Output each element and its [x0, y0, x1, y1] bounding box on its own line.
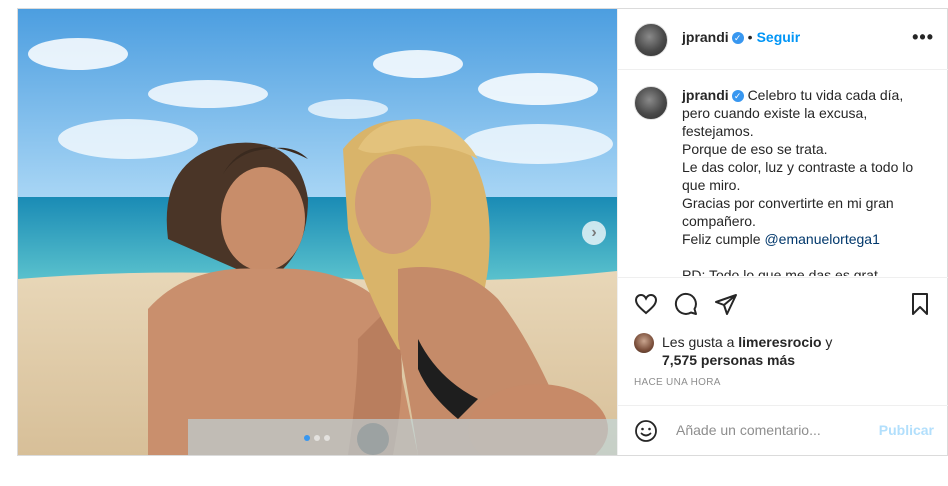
comment-icon[interactable] — [674, 292, 698, 316]
header-user-row: jprandi ✓ • Seguir — [682, 29, 800, 45]
avatar[interactable] — [634, 23, 668, 57]
caption-line: pero cuando existe la excusa, — [682, 105, 868, 121]
chevron-right-icon: › — [591, 224, 597, 241]
caption: jprandi ✓ Celebro tu vida cada día, pero … — [682, 86, 932, 276]
carousel-dot — [304, 435, 310, 441]
post-header: jprandi ✓ • Seguir ••• — [618, 9, 948, 70]
caption-area: jprandi ✓ Celebro tu vida cada día, pero … — [618, 70, 948, 276]
caption-line: festejamos. — [682, 123, 754, 139]
likes-prefix: Les gusta a — [662, 334, 739, 350]
heart-icon[interactable] — [634, 292, 658, 316]
caption-line: Le das color, luz y contraste a todo lo — [682, 159, 914, 175]
caption-clipped-line: PD: Todo lo que me das es grat... — [682, 267, 890, 276]
verified-badge-icon: ✓ — [731, 32, 744, 45]
caption-line: que miro. — [682, 177, 741, 193]
verified-badge-icon: ✓ — [731, 90, 744, 103]
follow-button[interactable]: Seguir — [757, 29, 801, 45]
comment-bar: Publicar — [618, 405, 948, 456]
bookmark-icon[interactable] — [908, 292, 932, 316]
username-link[interactable]: jprandi — [682, 29, 729, 45]
comment-input[interactable] — [674, 421, 878, 439]
action-bar — [618, 277, 948, 328]
caption-line: Feliz cumple — [682, 231, 765, 247]
beach-photo-illustration — [18, 9, 617, 455]
post-sidebar: jprandi ✓ • Seguir ••• jprandi ✓ Celebro tu … — [617, 9, 948, 455]
caption-line: Celebro tu vida cada día, — [747, 87, 904, 103]
paper-plane-icon[interactable] — [714, 292, 738, 316]
carousel-dot — [314, 435, 320, 441]
caption-line: Gracias por convertirte en mi gran — [682, 195, 894, 211]
likes-count-link[interactable]: 7,575 personas más — [662, 352, 795, 368]
carousel-next-button[interactable]: › — [582, 221, 606, 245]
post-timestamp[interactable]: HACE UNA HORA — [634, 377, 721, 388]
likes-and: y — [821, 334, 833, 350]
liker-avatar[interactable] — [634, 333, 654, 353]
separator: • — [747, 29, 753, 45]
avatar[interactable] — [634, 86, 668, 120]
publish-button[interactable]: Publicar — [879, 422, 934, 438]
carousel-dot — [324, 435, 330, 441]
post-photo[interactable]: › — [18, 9, 617, 455]
caption-username-link[interactable]: jprandi — [682, 87, 729, 103]
mention-link[interactable]: @emanuelortega1 — [764, 231, 879, 247]
emoji-icon[interactable] — [634, 419, 658, 443]
caption-line: Porque de eso se trata. — [682, 141, 828, 157]
liker-username-link[interactable]: limeresrocio — [738, 334, 821, 350]
caption-line: compañero. — [682, 213, 756, 229]
carousel-dots — [304, 435, 330, 441]
post-card: › jprandi ✓ • Seguir ••• jprandi ✓ Celebro t… — [17, 8, 948, 456]
more-options-icon[interactable]: ••• — [912, 27, 934, 48]
